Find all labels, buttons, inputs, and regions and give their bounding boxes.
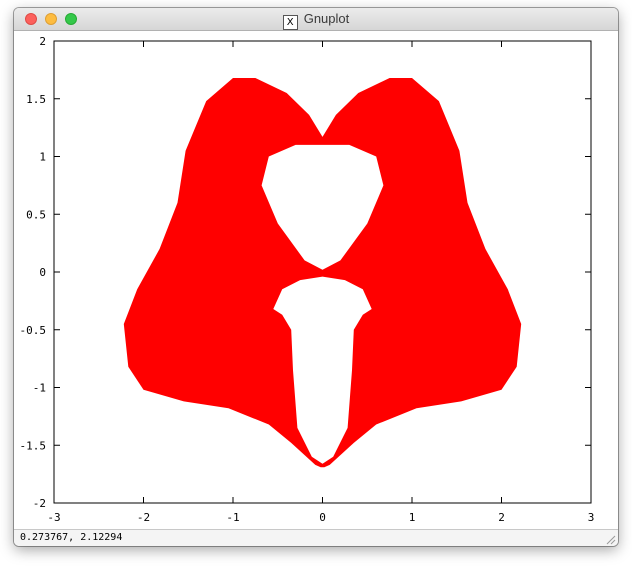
status-bar: 0.273767, 2.12294	[14, 529, 618, 546]
x-tick-label: 0	[319, 511, 326, 524]
title-bar[interactable]: X Gnuplot	[14, 8, 618, 31]
gnuplot-window: X Gnuplot -3 -2 -1 0 1 2 3 2 1.5 1 0.5 0 -0.5 -1 -1.5 -2…	[14, 8, 618, 546]
y-tick-label: 0	[39, 266, 46, 279]
x-tick-label: -2	[137, 511, 150, 524]
x-tick-label: 3	[588, 511, 595, 524]
x-tick-label: 1	[409, 511, 416, 524]
y-tick-label: -1	[33, 382, 46, 395]
y-tick-label: 1.5	[26, 93, 46, 106]
window-title: Gnuplot	[303, 11, 350, 26]
mouse-coordinates: 0.273767, 2.12294	[20, 532, 123, 543]
y-tick-label: -0.5	[20, 324, 47, 337]
x-tick-label: -1	[226, 511, 239, 524]
filled-region	[123, 78, 522, 468]
x11-app-icon: X	[282, 15, 298, 30]
window-title-group: X Gnuplot	[14, 11, 618, 30]
plot-svg: -3 -2 -1 0 1 2 321.510.50-0.5-1-1.5-2	[20, 35, 595, 524]
red-filled-shape	[123, 78, 522, 468]
y-tick-label: 1	[39, 151, 46, 164]
x-tick-label: 2	[498, 511, 505, 524]
y-tick-label: -1.5	[20, 439, 47, 452]
y-tick-label: -2	[33, 497, 46, 510]
plot-canvas[interactable]: -3 -2 -1 0 1 2 3 2 1.5 1 0.5 0 -0.5 -1 -1.5 -2	[14, 31, 618, 529]
x-tick-label: -3	[47, 511, 60, 524]
resize-grip-icon[interactable]	[605, 534, 616, 545]
y-tick-label: 0.5	[26, 208, 46, 221]
y-tick-label: 2	[39, 35, 46, 48]
